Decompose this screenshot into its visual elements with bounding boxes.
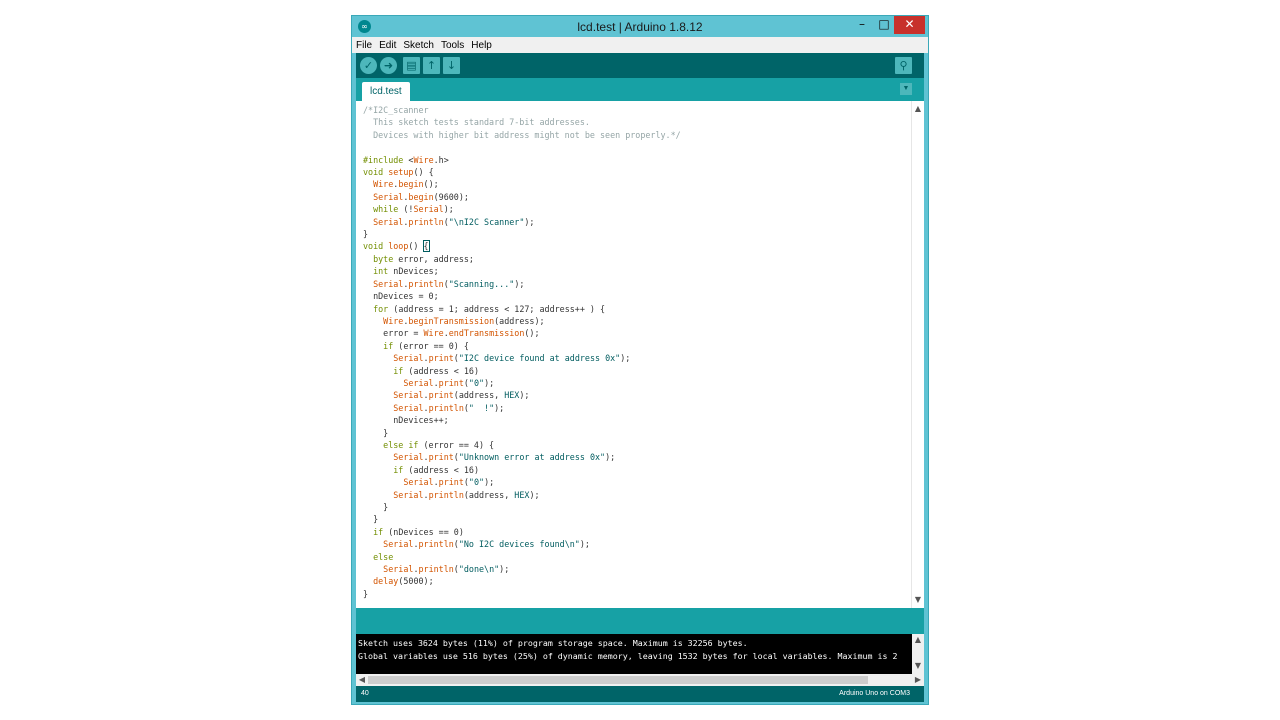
upload-button[interactable]: ➜ (380, 57, 397, 74)
code-line-30: if (address < 16) (393, 464, 479, 475)
console-scroll-down-icon[interactable]: ▼ (912, 660, 924, 672)
code-text[interactable]: /*I2C_scanner This sketch tests standard… (363, 104, 908, 600)
editor-vertical-scrollbar[interactable]: ▲ ▼ (911, 101, 924, 608)
code-line-16: nDevices = 0; (363, 291, 439, 302)
code-line-1: /*I2C_scanner (363, 105, 429, 115)
status-footer: 40 Arduino Uno on COM3 (356, 686, 924, 702)
code-line-2: This sketch tests standard 7-bit address… (363, 117, 590, 128)
check-icon: ✓ (363, 59, 374, 72)
code-line-19: error = Wire.endTransmission(); (363, 328, 540, 339)
code-editor[interactable]: /*I2C_scanner This sketch tests standard… (356, 101, 924, 608)
code-line-12: void loop() { (363, 240, 430, 253)
code-line-36: Serial.println("No I2C devices found\n")… (383, 539, 590, 550)
toolbar: ✓ ➜ ▤ ↑ ↓ ⚲ (356, 53, 924, 78)
arrow-right-icon: ➜ (383, 59, 394, 72)
save-button[interactable]: ↓ (443, 57, 460, 74)
code-line-37: else (373, 551, 394, 562)
console-vertical-scrollbar[interactable]: ▲ ▼ (912, 634, 924, 674)
menu-sketch[interactable]: Sketch (399, 37, 437, 51)
console-line-1: Sketch uses 3624 bytes (11%) of program … (358, 638, 748, 648)
line-number: 40 (361, 690, 369, 697)
scroll-up-chevron-icon[interactable]: ▲ (912, 103, 924, 115)
code-line-20: if (error == 0) { (383, 340, 469, 351)
code-line-33: } (363, 502, 389, 512)
code-line-21: Serial.print("I2C device found at addres… (393, 353, 631, 364)
serial-monitor-button[interactable]: ⚲ (895, 57, 912, 74)
code-line-10: Serial.println("\nI2C Scanner"); (373, 216, 535, 227)
new-file-icon: ▤ (406, 59, 417, 72)
code-line-23: Serial.print("0"); (403, 377, 495, 388)
code-line-8: Serial.begin(9600); (373, 191, 469, 202)
console-scroll-thumb[interactable] (368, 676, 868, 684)
code-line-31: Serial.print("0"); (403, 477, 495, 488)
board-port-status: Arduino Uno on COM3 (839, 690, 910, 697)
code-line-7: Wire.begin(); (373, 179, 439, 190)
code-line-35: if (nDevices == 0) (373, 526, 464, 537)
code-line-3: Devices with higher bit address might no… (363, 129, 681, 140)
code-line-34: } (363, 514, 379, 525)
code-line-6: void setup() { (363, 167, 434, 178)
code-line-27: } (363, 427, 389, 438)
code-line-14: int nDevices; (373, 266, 439, 277)
arrow-up-icon: ↑ (426, 59, 437, 72)
console-horizontal-scrollbar[interactable]: ◀ ▶ (356, 674, 924, 686)
code-line-17: for (address = 1; address < 127; address… (373, 303, 606, 314)
title-bar[interactable]: ∞ lcd.test | Arduino 1.8.12 – □ ✕ (352, 16, 928, 37)
code-line-13: byte error, address; (373, 253, 474, 264)
code-line-26: nDevices++; (363, 415, 449, 426)
console-line-2: Global variables use 516 bytes (25%) of … (358, 651, 898, 661)
code-line-11: } (363, 229, 369, 240)
window-title: lcd.test | Arduino 1.8.12 (577, 20, 703, 34)
code-line-29: Serial.print("Unknown error at address 0… (393, 452, 616, 463)
maximize-button[interactable]: □ (874, 16, 894, 34)
code-line-22: if (address < 16) (393, 365, 479, 376)
code-line-9: while (!Serial); (373, 204, 454, 215)
arduino-ide-window: ∞ lcd.test | Arduino 1.8.12 – □ ✕ File Ed… (351, 15, 929, 705)
tab-menu-chevron-down-icon[interactable]: ▼ (900, 83, 912, 95)
menu-bar: File Edit Sketch Tools Help (352, 37, 928, 53)
code-line-39: delay(5000); (373, 576, 434, 587)
code-line-32: Serial.println(address, HEX); (393, 489, 540, 500)
close-button[interactable]: ✕ (894, 16, 925, 34)
code-line-5: #include <Wire.h> (363, 154, 449, 165)
menu-edit[interactable]: Edit (375, 37, 399, 51)
console-scroll-right-icon[interactable]: ▶ (912, 674, 924, 686)
arrow-down-icon: ↓ (446, 59, 457, 72)
code-line-38: Serial.println("done\n"); (383, 564, 510, 575)
code-line-28: else if (error == 4) { (383, 439, 495, 450)
code-line-25: Serial.println(" !"); (393, 402, 505, 413)
minimize-button[interactable]: – (852, 16, 872, 34)
menu-file[interactable]: File (352, 37, 375, 51)
tab-bar: lcd.test ▼ (356, 78, 924, 101)
code-line-18: Wire.beginTransmission(address); (383, 315, 545, 326)
code-line-15: Serial.println("Scanning..."); (373, 278, 525, 289)
console-scroll-up-icon[interactable]: ▲ (912, 634, 924, 646)
code-line-24: Serial.print(address, HEX); (393, 390, 530, 401)
message-area (356, 608, 924, 634)
menu-help[interactable]: Help (467, 37, 495, 51)
verify-button[interactable]: ✓ (360, 57, 377, 74)
magnifier-icon: ⚲ (899, 59, 908, 72)
code-line-40: } (363, 588, 369, 599)
scroll-down-chevron-icon[interactable]: ▼ (912, 594, 924, 606)
new-button[interactable]: ▤ (403, 57, 420, 74)
output-console[interactable]: Sketch uses 3624 bytes (11%) of program … (356, 634, 924, 686)
menu-tools[interactable]: Tools (437, 37, 467, 51)
open-button[interactable]: ↑ (423, 57, 440, 74)
console-scroll-left-icon[interactable]: ◀ (356, 674, 368, 686)
tab-lcd-test[interactable]: lcd.test (362, 82, 410, 101)
